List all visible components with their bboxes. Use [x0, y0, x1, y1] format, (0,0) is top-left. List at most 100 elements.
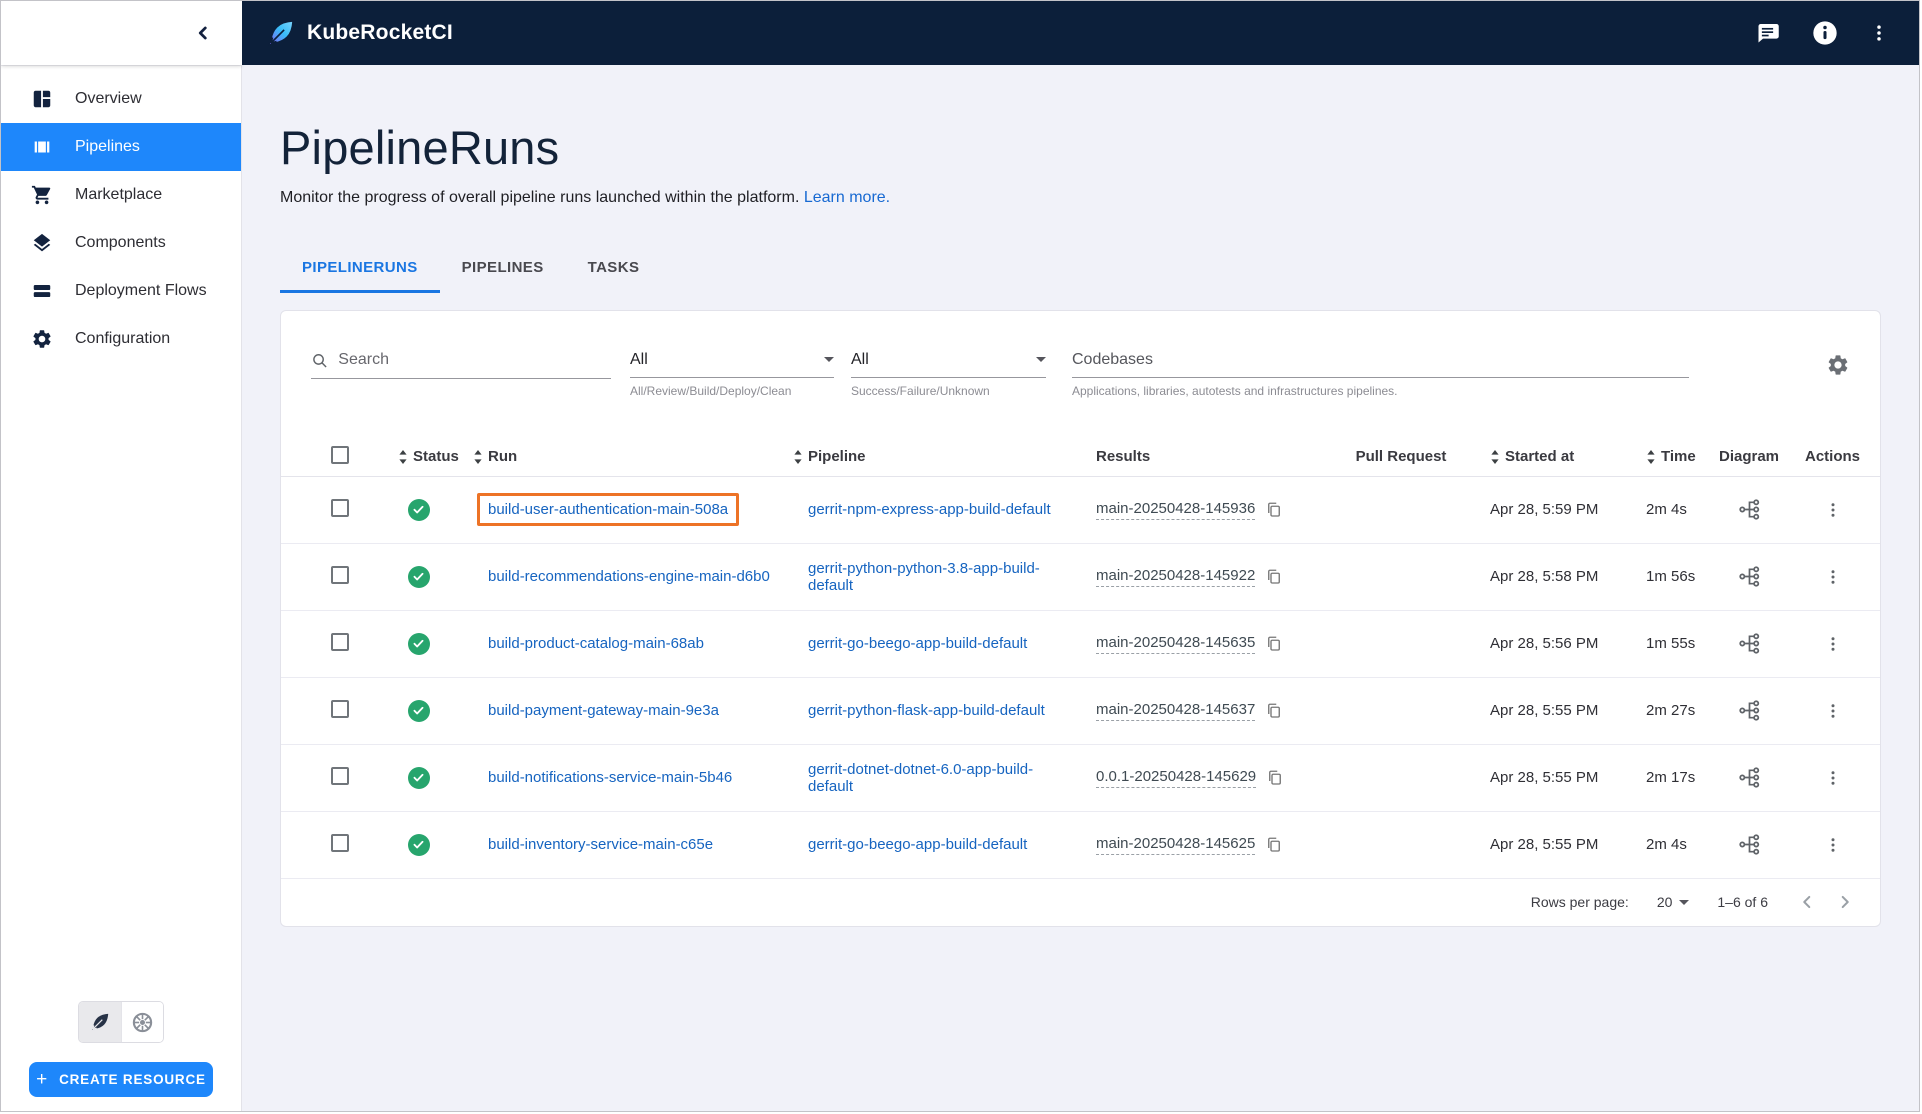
pipeline-link[interactable]: gerrit-dotnet-dotnet-6.0-app-build-defau…	[808, 761, 1033, 795]
select-all-checkbox[interactable]	[331, 446, 349, 464]
diagram-button[interactable]	[1738, 699, 1761, 722]
status-filter-value: All	[851, 351, 869, 369]
sidebar-header	[1, 1, 242, 65]
copy-button[interactable]	[1265, 635, 1283, 653]
create-resource-button[interactable]: + CREATE RESOURCE	[29, 1062, 213, 1097]
sidebar-item-pipelines[interactable]: Pipelines	[1, 123, 241, 171]
sort-icon	[398, 449, 408, 465]
feedback-chat-button[interactable]	[1754, 20, 1781, 47]
run-link[interactable]: build-product-catalog-main-68ab	[488, 635, 704, 652]
rows-per-page-label: Rows per page:	[1531, 894, 1629, 910]
table-row: build-payment-gateway-main-9e3a gerrit-p…	[281, 678, 1880, 745]
run-link[interactable]: build-user-authentication-main-508a	[488, 501, 728, 518]
row-actions-button[interactable]	[1824, 567, 1842, 587]
column-header-results: Results	[1076, 448, 1326, 465]
copy-icon	[1265, 568, 1283, 586]
sidebar-item-label: Deployment Flows	[75, 282, 207, 300]
row-checkbox[interactable]	[331, 700, 349, 718]
row-actions-button[interactable]	[1824, 768, 1842, 788]
copy-button[interactable]	[1266, 769, 1284, 787]
column-header-status[interactable]: Status	[376, 448, 461, 465]
row-checkbox[interactable]	[331, 633, 349, 651]
run-link[interactable]: build-recommendations-engine-main-d6b0	[488, 568, 770, 585]
diagram-button[interactable]	[1738, 632, 1761, 655]
sidebar-item-overview[interactable]: Overview	[1, 75, 241, 123]
row-actions-button[interactable]	[1824, 701, 1842, 721]
status-success-icon	[408, 499, 430, 521]
copy-icon	[1265, 702, 1283, 720]
diagram-button[interactable]	[1738, 498, 1761, 521]
started-at-value: Apr 28, 5:56 PM	[1476, 635, 1641, 652]
codebases-field[interactable]: Codebases Applications, libraries, autot…	[1072, 351, 1689, 398]
pipeline-link[interactable]: gerrit-go-beego-app-build-default	[808, 836, 1027, 853]
kebab-menu-icon	[1824, 500, 1842, 520]
time-value: 2m 17s	[1641, 769, 1713, 786]
pipeline-link[interactable]: gerrit-go-beego-app-build-default	[808, 635, 1027, 652]
time-value: 2m 27s	[1641, 702, 1713, 719]
previous-page-button[interactable]	[1796, 891, 1818, 913]
info-button[interactable]	[1811, 19, 1839, 47]
tab-pipelineruns[interactable]: PIPELINERUNS	[280, 245, 440, 293]
filter-bar: All All/Review/Build/Deploy/Clean All Su…	[281, 311, 1880, 398]
diagram-button[interactable]	[1738, 565, 1761, 588]
pipeline-link[interactable]: gerrit-python-flask-app-build-default	[808, 702, 1045, 719]
pipeline-link[interactable]: gerrit-python-python-3.8-app-build-defau…	[808, 560, 1040, 594]
row-checkbox[interactable]	[331, 834, 349, 852]
sidebar-item-marketplace[interactable]: Marketplace	[1, 171, 241, 219]
row-checkbox[interactable]	[331, 499, 349, 517]
sidebar-item-label: Marketplace	[75, 186, 162, 204]
column-label: Started at	[1505, 448, 1574, 465]
diagram-button[interactable]	[1738, 833, 1761, 856]
results-value: 0.0.1-20250428-145629	[1096, 768, 1256, 788]
row-checkbox[interactable]	[331, 767, 349, 785]
tab-tasks[interactable]: TASKS	[566, 245, 662, 293]
copy-button[interactable]	[1265, 836, 1283, 854]
search-input[interactable]	[338, 351, 611, 369]
app-bar: KubeRocketCI	[242, 1, 1919, 65]
brand: KubeRocketCI	[266, 18, 453, 48]
row-actions-button[interactable]	[1824, 500, 1842, 520]
overflow-menu-button[interactable]	[1869, 22, 1889, 44]
column-header-pipeline[interactable]: Pipeline	[781, 448, 1076, 465]
diagram-button[interactable]	[1738, 766, 1761, 789]
status-filter-select[interactable]: All Success/Failure/Unknown	[851, 351, 1046, 398]
column-header-run[interactable]: Run	[461, 448, 781, 465]
next-page-button[interactable]	[1834, 891, 1856, 913]
diagram-tree-icon	[1738, 766, 1761, 789]
learn-more-link[interactable]: Learn more.	[804, 189, 890, 206]
pipeline-type-helper: All/Review/Build/Deploy/Clean	[630, 384, 834, 398]
sort-icon	[793, 449, 803, 465]
pipeline-link[interactable]: gerrit-npm-express-app-build-default	[808, 501, 1051, 518]
time-value: 2m 4s	[1641, 836, 1713, 853]
codebases-label: Codebases	[1072, 351, 1153, 369]
column-header-started-at[interactable]: Started at	[1476, 448, 1641, 465]
copy-button[interactable]	[1265, 568, 1283, 586]
row-actions-button[interactable]	[1824, 634, 1842, 654]
tab-pipelines[interactable]: PIPELINES	[440, 245, 566, 293]
row-actions-button[interactable]	[1824, 835, 1842, 855]
annotation-highlight: build-user-authentication-main-508a	[477, 493, 739, 526]
table-row: build-user-authentication-main-508a gerr…	[281, 477, 1880, 544]
row-checkbox[interactable]	[331, 566, 349, 584]
copy-button[interactable]	[1265, 702, 1283, 720]
run-link[interactable]: build-inventory-service-main-c65e	[488, 836, 713, 853]
sidebar: Overview Pipelines Marketplace Component…	[1, 65, 242, 1111]
kuberocketci-view-toggle[interactable]	[79, 1002, 121, 1042]
sidebar-item-label: Overview	[75, 90, 142, 108]
kubernetes-view-toggle[interactable]	[121, 1002, 163, 1042]
sidebar-collapse-button[interactable]	[192, 22, 214, 44]
sidebar-nav: Overview Pipelines Marketplace Component…	[1, 66, 241, 363]
copy-icon	[1265, 635, 1283, 653]
kebab-menu-icon	[1824, 768, 1842, 788]
run-link[interactable]: build-notifications-service-main-5b46	[488, 769, 732, 786]
table-settings-button[interactable]	[1826, 353, 1850, 377]
run-link[interactable]: build-payment-gateway-main-9e3a	[488, 702, 719, 719]
copy-button[interactable]	[1265, 501, 1283, 519]
sidebar-item-components[interactable]: Components	[1, 219, 241, 267]
column-header-time[interactable]: Time	[1641, 448, 1713, 465]
status-success-icon	[408, 767, 430, 789]
sidebar-item-deployment-flows[interactable]: Deployment Flows	[1, 267, 241, 315]
pipeline-type-select[interactable]: All All/Review/Build/Deploy/Clean	[630, 351, 834, 398]
sidebar-item-configuration[interactable]: Configuration	[1, 315, 241, 363]
rows-per-page-select[interactable]: 20	[1657, 894, 1690, 910]
